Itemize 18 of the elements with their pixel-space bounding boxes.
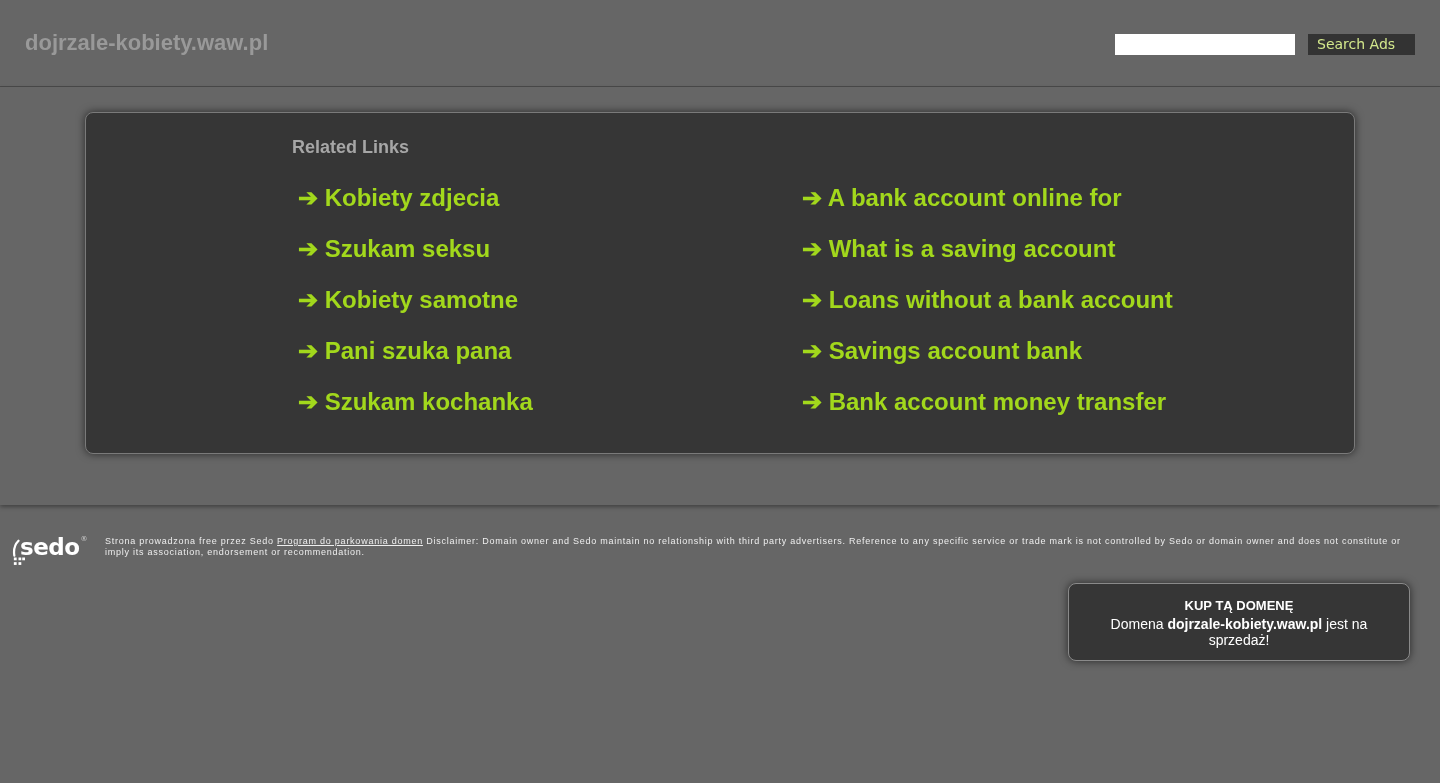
sedo-logo[interactable]: sedo$^{®}$ <box>12 534 88 566</box>
related-link[interactable]: ➔ Kobiety zdjecia <box>292 183 500 212</box>
search-field[interactable] <box>1115 34 1295 55</box>
related-link[interactable]: ➔ Kobiety samotne <box>292 285 519 314</box>
search-button[interactable]: Search Ads <box>1308 34 1415 55</box>
related-link[interactable]: ➔ A bank account online for <box>796 183 1122 212</box>
buy-domain-text: Domena dojrzale-kobiety.waw.pl jest na sprzedaż! <box>1109 616 1369 648</box>
related-link[interactable]: ➔ Bank account money transfer <box>796 387 1167 416</box>
related-links-heading: Related Links <box>292 136 410 159</box>
related-link[interactable]: ➔ Savings account bank <box>796 336 1083 365</box>
buy-domain-title: KUP TĄ DOMENĘ <box>1183 597 1295 614</box>
disclaimer-text: Strona prowadzona free przez Sedo Program do parkowania domen Disclaimer: Domain owner and Sedo maintain no relationship with third party advertisers. Reference to any specific service or trade mark is not controlled by Sedo or domain owner and does not constitute or imply its association, endorsement or recommendation. <box>105 536 1402 558</box>
related-link[interactable]: ➔ Szukam seksu <box>292 234 491 263</box>
related-link[interactable]: ➔ Pani szuka pana <box>292 336 512 365</box>
parking-program-link[interactable]: Program do parkowania domen <box>277 536 423 546</box>
related-link[interactable]: ➔ What is a saving account <box>796 234 1116 263</box>
related-link[interactable]: ➔ Szukam kochanka <box>292 387 533 416</box>
related-link[interactable]: ➔ Loans without a bank account <box>796 285 1173 314</box>
